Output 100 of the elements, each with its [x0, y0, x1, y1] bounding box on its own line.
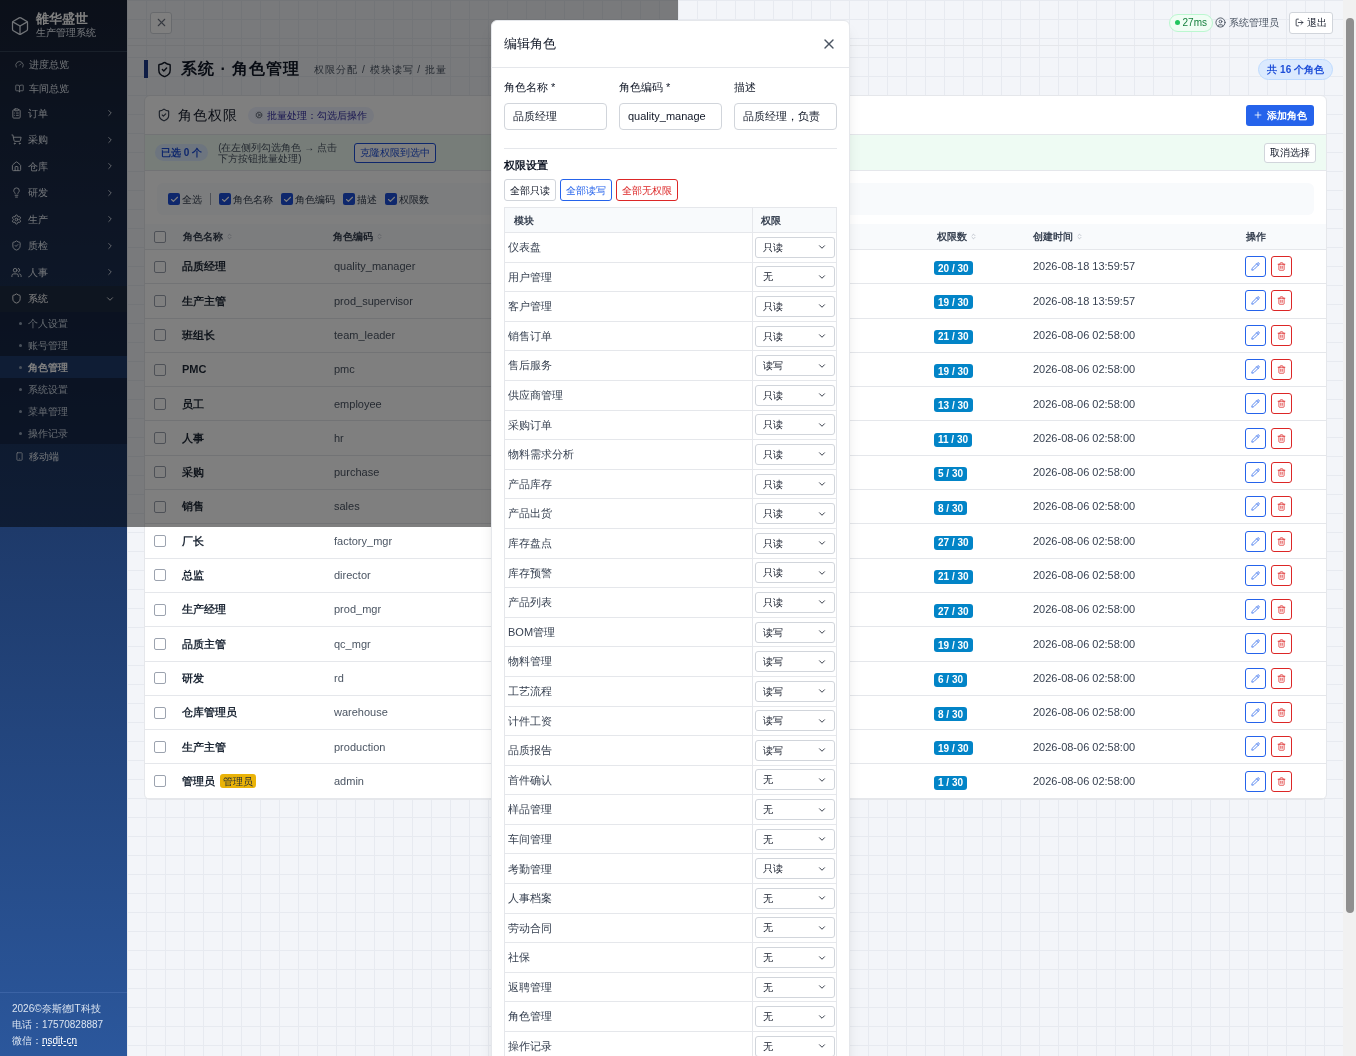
permission-select[interactable]: 无: [755, 887, 835, 909]
checkbox[interactable]: [154, 706, 166, 719]
checkbox[interactable]: [154, 672, 166, 685]
column-header[interactable]: 角色名称: [176, 229, 326, 244]
delete-button[interactable]: [1271, 324, 1292, 346]
wechat-link[interactable]: nsdit-cn: [42, 1033, 77, 1048]
permission-select[interactable]: 无: [755, 976, 835, 998]
checkbox[interactable]: [154, 329, 166, 342]
preset-button[interactable]: 全部无权限: [616, 179, 678, 201]
permission-select[interactable]: 只读: [755, 443, 835, 465]
delete-button[interactable]: [1271, 359, 1292, 381]
edit-button[interactable]: [1245, 496, 1266, 518]
permission-select[interactable]: 只读: [755, 532, 835, 554]
checkbox[interactable]: [281, 193, 293, 205]
permission-select[interactable]: 只读: [755, 473, 835, 495]
cancel-selection-button[interactable]: 取消选择: [1264, 142, 1316, 163]
permission-select[interactable]: 读写: [755, 651, 835, 673]
preset-button[interactable]: 全部只读: [504, 179, 556, 201]
permission-select[interactable]: 无: [755, 266, 835, 288]
checkbox[interactable]: [154, 397, 166, 410]
text-field[interactable]: quality_manage: [619, 102, 722, 130]
checkbox[interactable]: [219, 193, 231, 205]
edit-button[interactable]: [1245, 599, 1266, 621]
nav-group[interactable]: 人事: [0, 259, 127, 286]
edit-button[interactable]: [1245, 702, 1266, 723]
column-header[interactable]: 操作: [1226, 229, 1326, 244]
column-header[interactable]: 角色编码: [326, 229, 491, 244]
nav-group[interactable]: 质检: [0, 232, 127, 259]
checkbox[interactable]: [154, 535, 166, 547]
delete-button[interactable]: [1271, 702, 1292, 723]
edit-button[interactable]: [1245, 324, 1266, 346]
edit-button[interactable]: [1245, 359, 1266, 381]
nav-subitem[interactable]: 角色管理: [0, 356, 127, 378]
preset-button[interactable]: 全部读写: [560, 179, 612, 201]
delete-button[interactable]: [1271, 496, 1292, 518]
checkbox[interactable]: [154, 500, 166, 513]
permission-select[interactable]: 只读: [755, 858, 835, 880]
nav-group[interactable]: 仓库: [0, 153, 127, 180]
permission-select[interactable]: 只读: [755, 236, 835, 258]
close-tab-button[interactable]: [150, 11, 172, 34]
permission-select[interactable]: 无: [755, 799, 835, 821]
edit-button[interactable]: [1245, 770, 1266, 792]
delete-button[interactable]: [1271, 667, 1292, 689]
checkbox[interactable]: [154, 775, 166, 788]
delete-button[interactable]: [1271, 290, 1292, 312]
permission-select[interactable]: 读写: [755, 621, 835, 643]
nav-link[interactable]: 移动端: [0, 444, 127, 468]
nav-group[interactable]: 采购: [0, 126, 127, 153]
delete-button[interactable]: [1271, 770, 1292, 792]
edit-button[interactable]: [1245, 290, 1266, 312]
column-header[interactable]: 创建时间: [1026, 229, 1226, 244]
checkbox[interactable]: [168, 193, 180, 205]
nav-group[interactable]: 系统: [0, 285, 127, 312]
clone-permissions-button[interactable]: 克隆权限到选中: [354, 142, 437, 163]
edit-button[interactable]: [1245, 393, 1266, 415]
permission-select[interactable]: 只读: [755, 562, 835, 584]
permission-select[interactable]: 无: [755, 947, 835, 969]
permission-select[interactable]: 读写: [755, 680, 835, 702]
edit-button[interactable]: [1245, 564, 1266, 586]
permission-select[interactable]: 只读: [755, 325, 835, 347]
delete-button[interactable]: [1271, 427, 1292, 449]
nav-link[interactable]: 进度总览: [0, 52, 127, 76]
edit-button[interactable]: [1245, 427, 1266, 449]
permission-select[interactable]: 无: [755, 828, 835, 850]
delete-button[interactable]: [1271, 599, 1292, 621]
edit-button[interactable]: [1245, 633, 1266, 655]
checkbox[interactable]: [154, 569, 166, 582]
edit-button[interactable]: [1245, 736, 1266, 758]
nav-link[interactable]: 车间总览: [0, 76, 127, 100]
permission-select[interactable]: 只读: [755, 414, 835, 436]
permission-select[interactable]: 无: [755, 1006, 835, 1028]
permission-select[interactable]: 读写: [755, 710, 835, 732]
edit-button[interactable]: [1245, 256, 1266, 278]
column-header[interactable]: 权限数: [931, 229, 1026, 244]
edit-button[interactable]: [1245, 461, 1266, 483]
permission-select[interactable]: 无: [755, 1035, 835, 1056]
checkbox[interactable]: [154, 637, 166, 650]
checkbox[interactable]: [154, 466, 166, 479]
permission-select[interactable]: 无: [755, 769, 835, 791]
delete-button[interactable]: [1271, 736, 1292, 758]
permission-select[interactable]: 读写: [755, 355, 835, 377]
delete-button[interactable]: [1271, 530, 1292, 552]
permission-select[interactable]: 只读: [755, 591, 835, 613]
edit-button[interactable]: [1245, 530, 1266, 552]
checkbox[interactable]: [154, 603, 166, 616]
text-field[interactable]: 品质经理，负责: [734, 102, 837, 130]
delete-button[interactable]: [1271, 564, 1292, 586]
nav-group[interactable]: 生产: [0, 206, 127, 233]
delete-button[interactable]: [1271, 256, 1292, 278]
permission-select[interactable]: 只读: [755, 296, 835, 317]
logout-button[interactable]: 退出: [1289, 11, 1333, 34]
text-field[interactable]: 品质经理: [504, 102, 607, 130]
delete-button[interactable]: [1271, 633, 1292, 655]
checkbox[interactable]: [343, 193, 355, 205]
checkbox[interactable]: [154, 230, 166, 243]
checkbox[interactable]: [154, 432, 166, 445]
permission-select[interactable]: 无: [755, 917, 835, 939]
checkbox[interactable]: [385, 193, 397, 205]
permission-select[interactable]: 只读: [755, 503, 835, 525]
permission-select[interactable]: 只读: [755, 384, 835, 406]
